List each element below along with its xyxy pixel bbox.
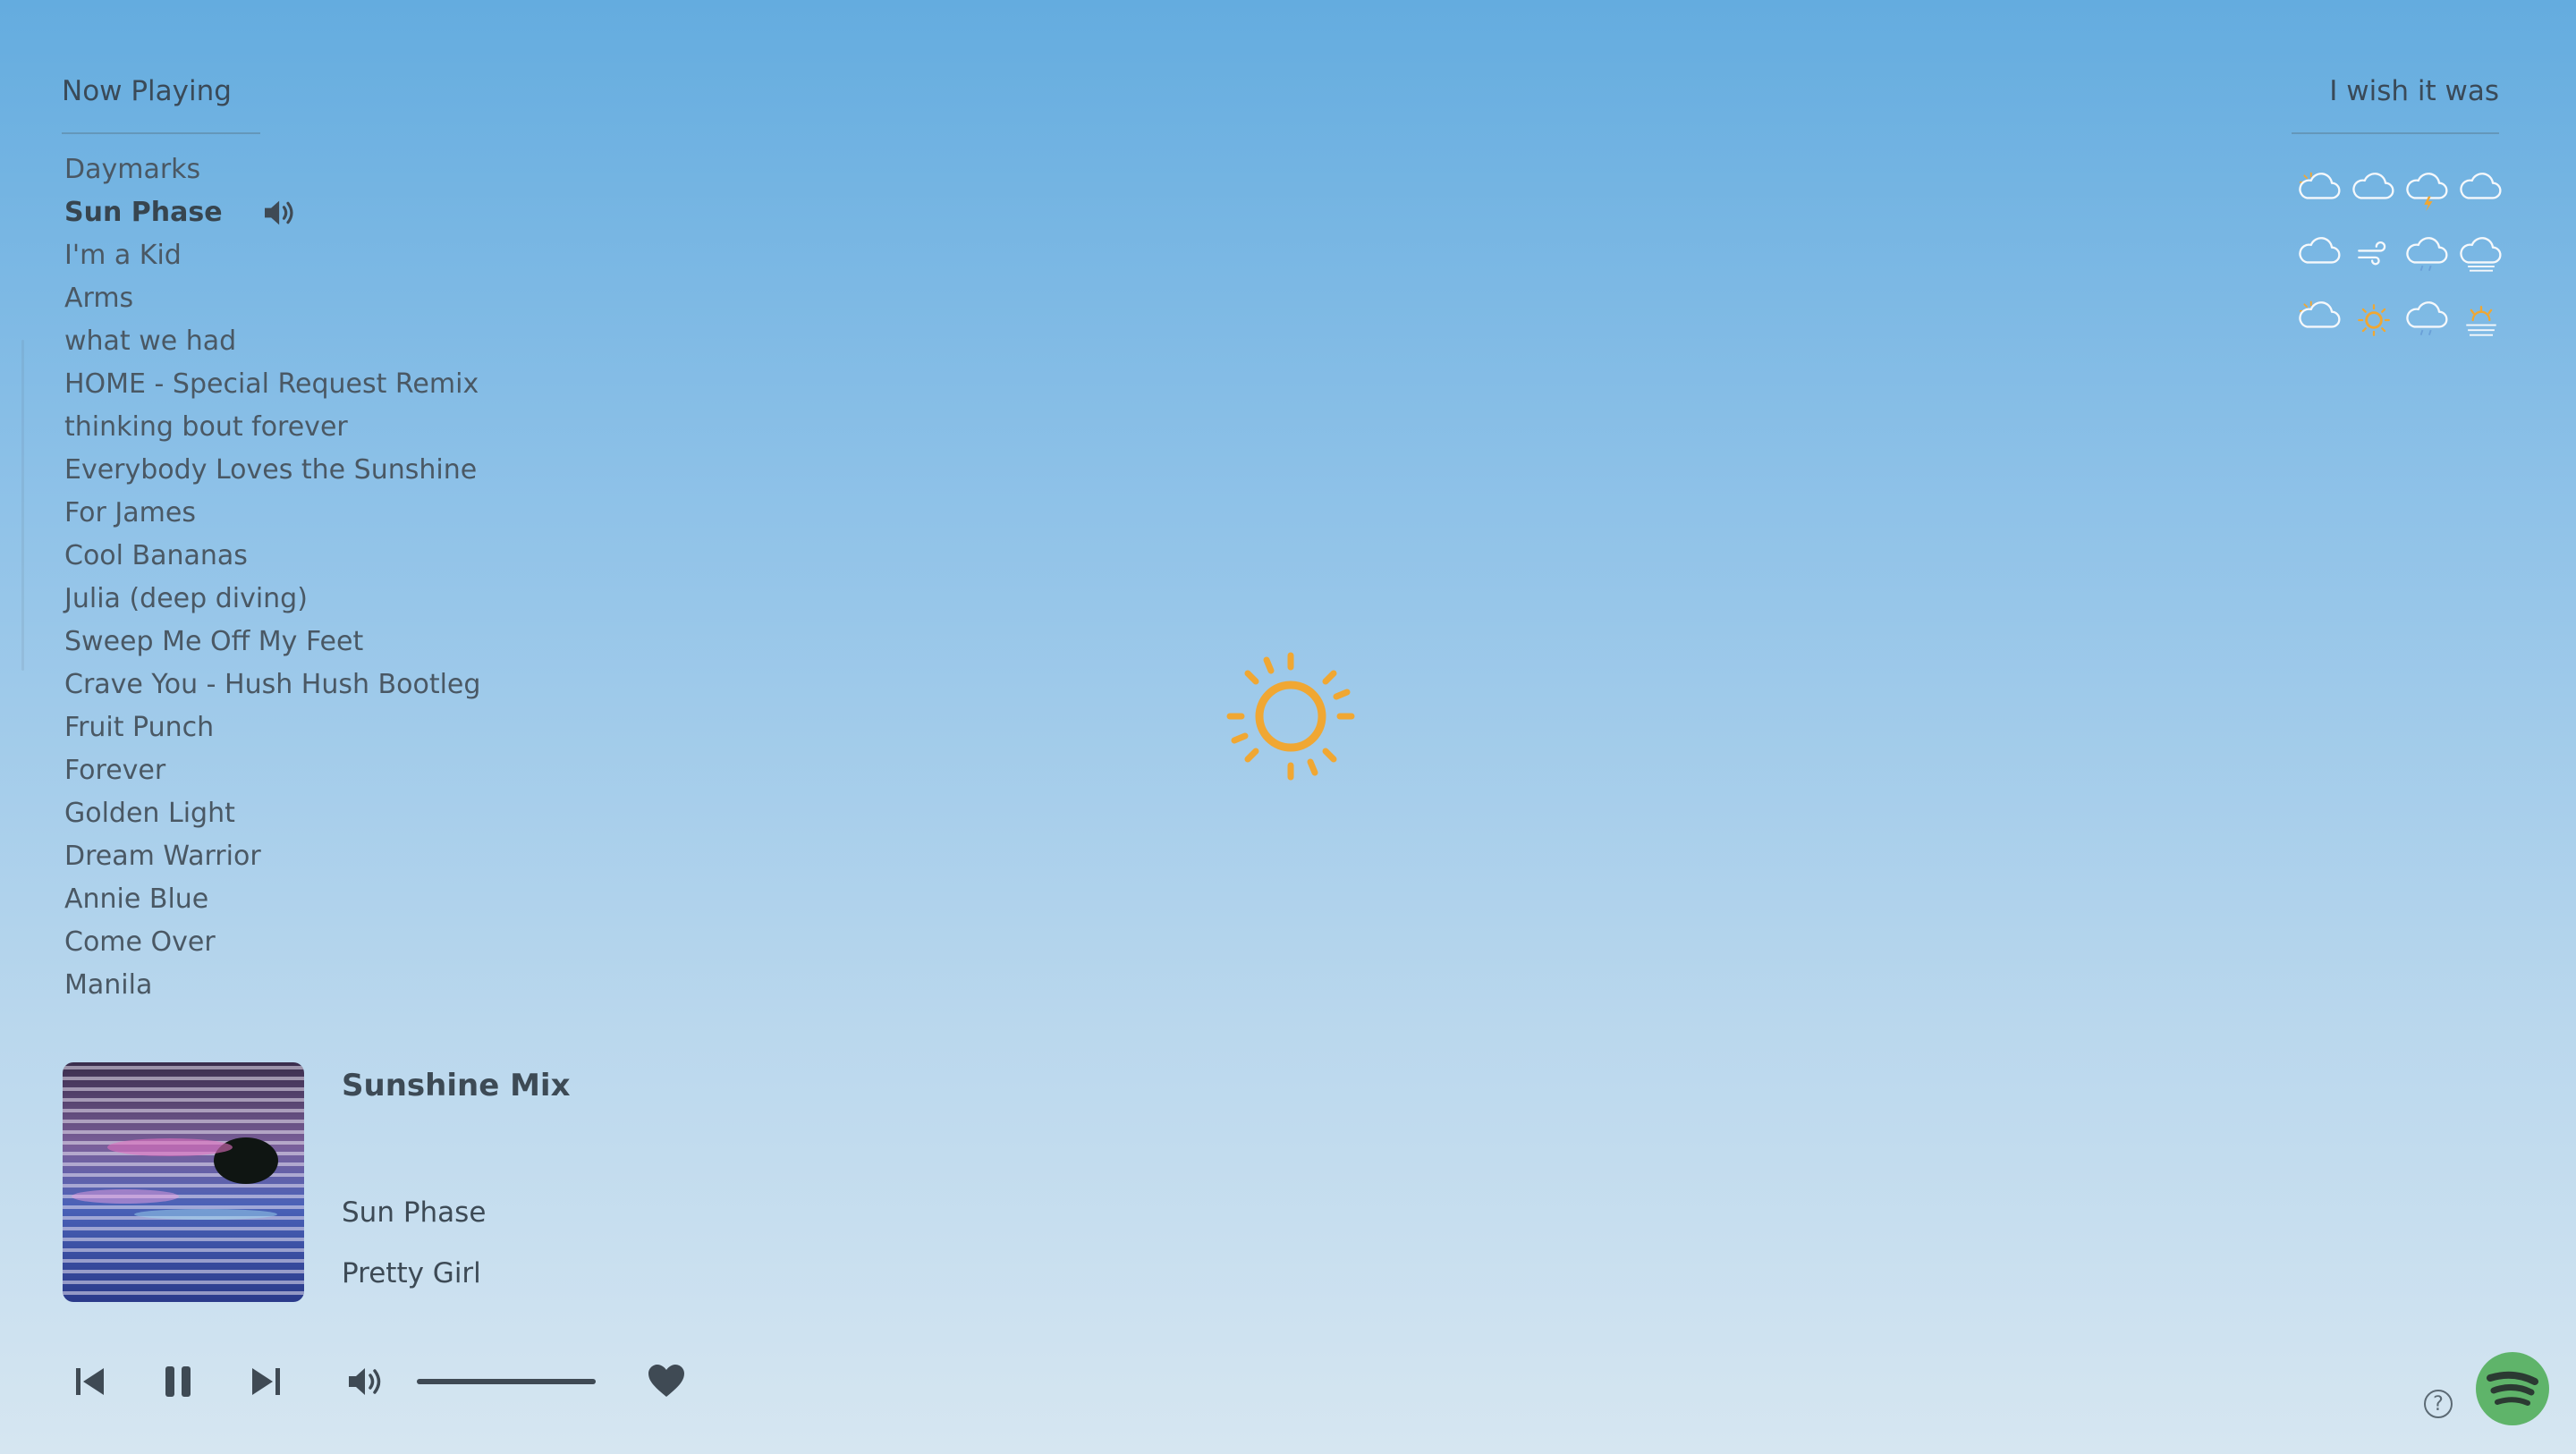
playlist: Daymarks Sun Phase I'm a Kid Arms what we ha… (64, 148, 480, 1007)
playlist-item[interactable]: Everybody Loves the Sunshine (64, 449, 480, 492)
now-playing-divider (62, 132, 260, 134)
playlist-item[interactable]: Come Over (64, 921, 480, 964)
playlist-item-title: Come Over (64, 926, 216, 958)
playlist-item-title: Sun Phase (64, 197, 223, 228)
sun-haze-icon (2454, 288, 2508, 352)
playlist-item[interactable]: Sweep Me Off My Feet (64, 621, 480, 664)
playlist-item-title: Daymarks (64, 154, 201, 185)
weather-divider (2292, 132, 2499, 134)
skip-back-icon (76, 1368, 104, 1395)
volume-icon (349, 1368, 381, 1395)
playlist-item-title: Everybody Loves the Sunshine (64, 454, 478, 486)
pause-button[interactable] (159, 1361, 197, 1402)
thunder-cloud-icon (2401, 159, 2454, 224)
playlist-item-title: Cool Bananas (64, 540, 248, 571)
partly-cloudy-icon (2293, 288, 2347, 352)
previous-button[interactable] (72, 1363, 109, 1400)
playlist-item-title: Arms (64, 283, 134, 314)
playlist-item[interactable]: thinking bout forever (64, 406, 480, 449)
now-playing-heading: Now Playing (62, 75, 232, 107)
weather-heading: I wish it was (2329, 75, 2499, 107)
track-title: Sun Phase (342, 1196, 487, 1229)
rain-cloud-icon (2401, 224, 2454, 288)
playlist-item[interactable]: Cool Bananas (64, 535, 480, 578)
help-button[interactable]: ? (2424, 1390, 2453, 1418)
playlist-item-title: Sweep Me Off My Feet (64, 626, 364, 657)
skip-forward-icon (252, 1368, 280, 1395)
playlist-item-title: Julia (deep diving) (64, 583, 308, 614)
playlist-item-title: Crave You - Hush Hush Bootleg (64, 669, 481, 700)
wind-icon (2347, 224, 2401, 288)
playlist-scrollbar[interactable] (21, 340, 24, 671)
spotify-button[interactable] (2476, 1352, 2549, 1425)
speaker-icon (262, 198, 298, 228)
playlist-item-title: I'm a Kid (64, 240, 182, 271)
playlist-item[interactable]: I'm a Kid (64, 234, 480, 277)
playlist-item[interactable]: HOME - Special Request Remix (64, 363, 480, 406)
playlist-item[interactable]: Sun Phase (64, 191, 480, 234)
artist-name: Pretty Girl (342, 1257, 481, 1289)
cloud-icon (2454, 159, 2508, 224)
cloud-icon (2293, 224, 2347, 288)
sun-icon (2347, 288, 2401, 352)
playlist-item[interactable]: Forever (64, 749, 480, 792)
playlist-item[interactable]: what we had (64, 320, 480, 363)
playlist-item-title: Annie Blue (64, 883, 209, 915)
playlist-item[interactable]: Fruit Punch (64, 706, 480, 749)
playlist-item-title: what we had (64, 325, 237, 357)
playlist-item[interactable]: Annie Blue (64, 878, 480, 921)
pause-icon (165, 1366, 191, 1397)
playlist-item[interactable]: Daymarks (64, 148, 480, 191)
playlist-item-title: Forever (64, 755, 166, 786)
spotify-icon (2487, 1371, 2538, 1406)
next-button[interactable] (247, 1363, 284, 1400)
playlist-item-title: Golden Light (64, 798, 235, 829)
playlist-item[interactable]: Crave You - Hush Hush Bootleg (64, 664, 480, 706)
playlist-name: Sunshine Mix (342, 1068, 571, 1103)
playlist-item[interactable]: Arms (64, 277, 480, 320)
playlist-item[interactable]: Julia (deep diving) (64, 578, 480, 621)
playlist-item-title: Dream Warrior (64, 841, 261, 872)
volume-level (417, 1379, 596, 1384)
like-button[interactable] (646, 1361, 687, 1400)
playlist-item[interactable]: Dream Warrior (64, 835, 480, 878)
volume-slider[interactable] (417, 1379, 596, 1384)
question-mark-icon: ? (2433, 1392, 2444, 1416)
playlist-item-title: HOME - Special Request Remix (64, 368, 479, 400)
heart-icon (648, 1365, 684, 1397)
volume-button[interactable] (345, 1363, 386, 1400)
playlist-item[interactable]: Golden Light (64, 792, 480, 835)
weather-icon-grid (2293, 159, 2508, 352)
cloud-icon (2347, 159, 2401, 224)
album-art (63, 1062, 304, 1302)
playlist-item-title: Fruit Punch (64, 712, 215, 743)
fog-cloud-icon (2454, 224, 2508, 288)
playlist-item[interactable]: Manila (64, 964, 480, 1007)
playlist-item[interactable]: For James (64, 492, 480, 535)
playlist-item-title: For James (64, 497, 196, 528)
partly-cloudy-icon (2293, 159, 2347, 224)
sun-icon (1224, 649, 1358, 787)
playlist-item-title: thinking bout forever (64, 411, 348, 443)
rain-cloud-icon (2401, 288, 2454, 352)
playlist-item-title: Manila (64, 969, 153, 1001)
